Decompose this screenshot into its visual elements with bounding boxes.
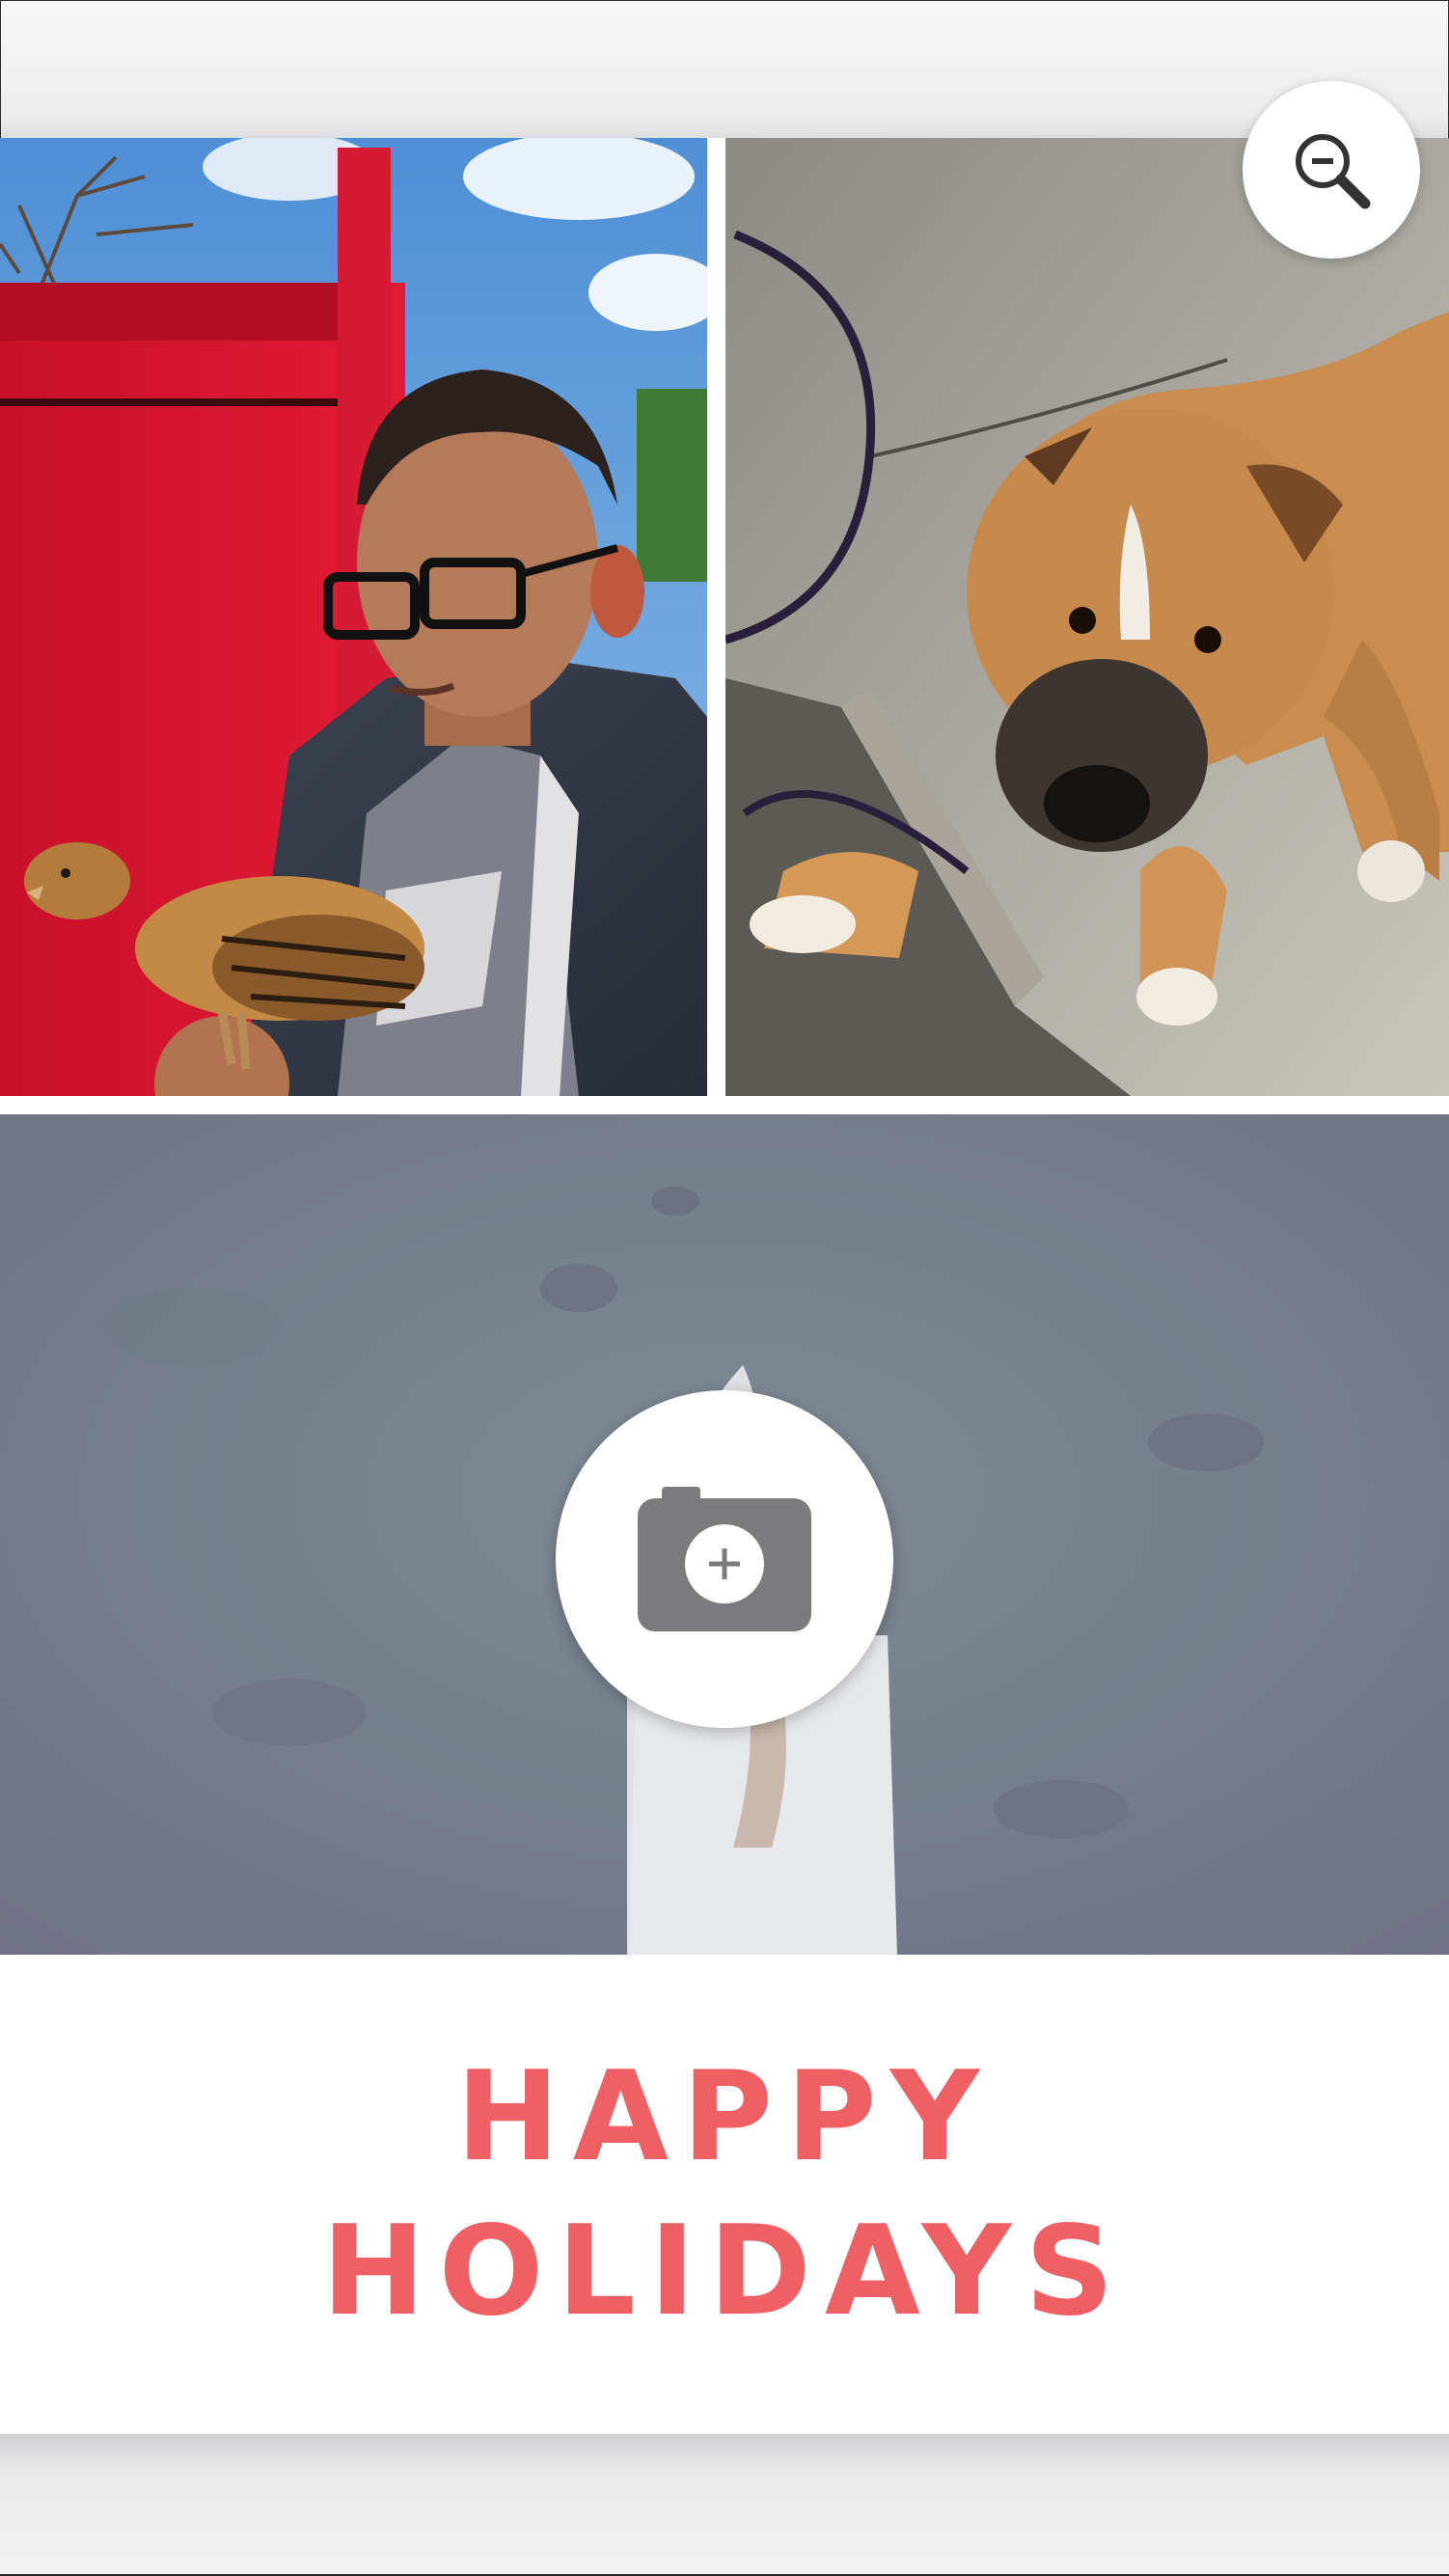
add-photo-button[interactable] [556,1390,893,1728]
holiday-card: HAPPY HOLIDAYS [0,138,1449,2434]
photo-man-with-chicken[interactable] [0,138,707,1096]
caption-line-2: HOLIDAYS [321,2199,1128,2343]
photo-dog[interactable] [725,138,1449,1096]
zoom-out-button[interactable] [1243,81,1420,259]
camera-add-icon [638,1487,811,1631]
card-caption[interactable]: HAPPY HOLIDAYS [0,1955,1449,2434]
zoom-out-icon [1296,134,1371,209]
bottom-toolbar-area [0,2434,1449,2576]
caption-line-1: HAPPY [455,2044,994,2189]
